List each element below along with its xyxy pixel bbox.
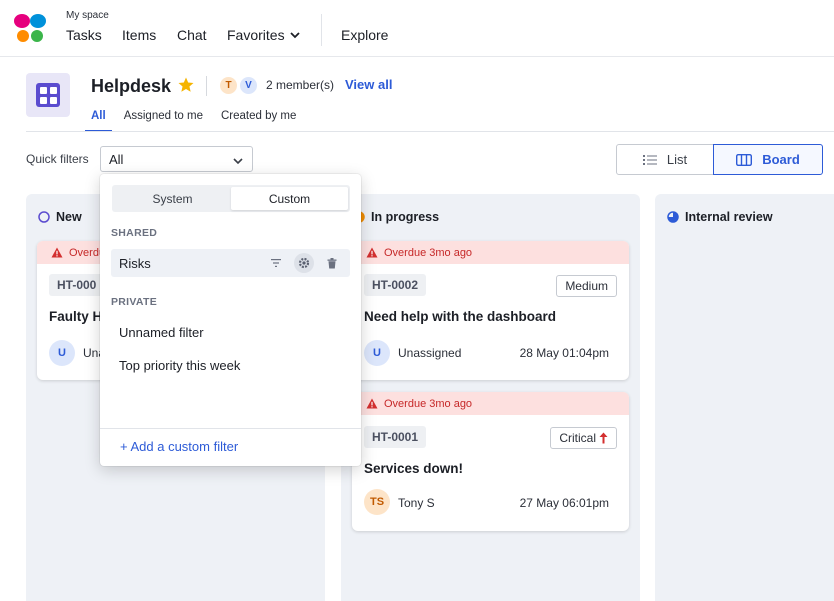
status-circle-icon xyxy=(667,211,679,223)
filter-actions xyxy=(266,253,342,273)
quick-filters-label: Quick filters xyxy=(26,152,89,166)
grid-icon xyxy=(36,83,60,107)
filter-item-unnamed[interactable]: Unnamed filter xyxy=(111,318,350,346)
tab-assigned-to-me[interactable]: Assigned to me xyxy=(124,110,203,132)
priority-label: Medium xyxy=(565,279,608,293)
priority-label: Critical xyxy=(559,431,596,445)
priority-badge[interactable]: Medium xyxy=(556,275,617,297)
tab-created-by-me[interactable]: Created by me xyxy=(221,110,296,132)
due-date: 28 May 01:04pm xyxy=(519,346,609,360)
nav-favorites[interactable]: Favorites xyxy=(227,27,301,43)
shared-heading: SHARED xyxy=(111,227,158,239)
ticket-title: Need help with the dashboard xyxy=(364,309,557,324)
due-date: 27 May 06:01pm xyxy=(519,496,609,510)
nav-tasks[interactable]: Tasks xyxy=(66,27,102,43)
view-toggle: List Board xyxy=(616,144,823,175)
filter-type-toggle: System Custom xyxy=(112,185,350,212)
filter-icon[interactable] xyxy=(266,253,286,273)
nav-explore-label: Explore xyxy=(341,27,389,43)
quick-filters-select[interactable]: All xyxy=(100,146,253,172)
status-circle-icon xyxy=(38,211,50,223)
overdue-banner: Overdue 3mo ago xyxy=(352,241,629,264)
nav-explore[interactable]: Explore xyxy=(341,27,388,43)
list-icon xyxy=(642,154,657,165)
priority-badge[interactable]: Critical xyxy=(550,427,617,449)
ticket-card[interactable]: Overdue 3mo ago HT-0002 Medium Need help… xyxy=(352,241,629,380)
board-view-button[interactable]: Board xyxy=(713,144,823,175)
column-title: Internal review xyxy=(685,210,773,224)
avatar[interactable]: U xyxy=(364,340,390,366)
nav-items[interactable]: Items xyxy=(122,27,156,43)
trash-icon[interactable] xyxy=(322,253,342,273)
avatar[interactable]: TS xyxy=(364,489,390,515)
star-icon[interactable] xyxy=(177,76,195,94)
quick-filters-popover: System Custom SHARED Risks PRIVATE Unnam… xyxy=(100,174,361,466)
popover-divider xyxy=(100,428,361,429)
ticket-card[interactable]: Overdue 3mo ago HT-0001 Critical Service… xyxy=(352,392,629,531)
butterfly-logo-icon[interactable] xyxy=(13,12,47,44)
member-avatar-v[interactable]: V xyxy=(239,76,258,95)
space-label: My space xyxy=(66,10,109,21)
column-title: New xyxy=(56,210,82,224)
filter-item-label: Risks xyxy=(119,255,151,271)
quick-filters-value: All xyxy=(109,151,124,167)
arrow-up-icon xyxy=(599,432,608,444)
tab-all[interactable]: All xyxy=(85,110,112,132)
filter-item-top-priority[interactable]: Top priority this week xyxy=(111,351,350,379)
column-internal-review: Internal review xyxy=(655,194,834,601)
nav-chat[interactable]: Chat xyxy=(177,27,207,43)
ticket-title: Services down! xyxy=(364,461,464,476)
list-view-label: List xyxy=(666,152,688,167)
overdue-text: Overdue 3mo ago xyxy=(384,397,473,410)
nav-tasks-label: Tasks xyxy=(66,27,102,43)
top-navigation: My space Tasks Items Chat Favorites Expl… xyxy=(0,0,834,57)
column-header-in-progress: In progress xyxy=(353,210,439,224)
nav-items-label: Items xyxy=(122,27,157,43)
member-avatar-t[interactable]: T xyxy=(219,76,238,95)
warning-icon xyxy=(366,398,378,409)
list-view-button[interactable]: List xyxy=(616,144,714,175)
header-rule xyxy=(26,131,834,132)
board-view-label: Board xyxy=(762,152,800,167)
sub-tabs: All Assigned to me Created by me xyxy=(85,110,314,132)
header-divider xyxy=(206,76,207,96)
overdue-text: Overdue 3mo ago xyxy=(384,246,473,259)
ticket-id: HT-0001 xyxy=(364,426,427,448)
chevron-down-icon xyxy=(289,32,300,39)
members-count: 2 member(s) xyxy=(266,78,335,92)
assignee-name: Tony S xyxy=(398,496,435,510)
private-heading: PRIVATE xyxy=(111,296,158,308)
nav-chat-label: Chat xyxy=(177,27,207,43)
column-header-new: New xyxy=(38,210,82,224)
tab-system[interactable]: System xyxy=(114,187,231,210)
ticket-title: Faulty H xyxy=(49,309,103,324)
assignee-name: Unassigned xyxy=(398,346,462,360)
tab-custom[interactable]: Custom xyxy=(231,187,348,210)
avatar: U xyxy=(49,340,75,366)
add-custom-filter-button[interactable]: + Add a custom filter xyxy=(120,439,238,454)
page-title: Helpdesk xyxy=(91,76,172,96)
nav-favorites-label: Favorites xyxy=(227,27,285,43)
column-in-progress: In progress Overdue 3mo ago HT-0002 Medi… xyxy=(341,194,640,601)
ticket-id: HT-000 xyxy=(49,274,105,296)
column-header-internal-review: Internal review xyxy=(667,210,773,224)
chevron-down-icon xyxy=(233,158,243,165)
ticket-id: HT-0002 xyxy=(364,274,427,296)
overdue-banner: Overdue 3mo ago xyxy=(352,392,629,415)
filter-item-risks[interactable]: Risks xyxy=(111,249,350,277)
column-title: In progress xyxy=(371,210,440,224)
gear-icon[interactable] xyxy=(294,253,314,273)
warning-icon xyxy=(51,247,63,258)
board-icon xyxy=(736,153,753,166)
view-all-link[interactable]: View all xyxy=(345,77,392,92)
warning-icon xyxy=(366,247,378,258)
app-tile xyxy=(26,73,70,117)
nav-divider xyxy=(321,14,322,46)
